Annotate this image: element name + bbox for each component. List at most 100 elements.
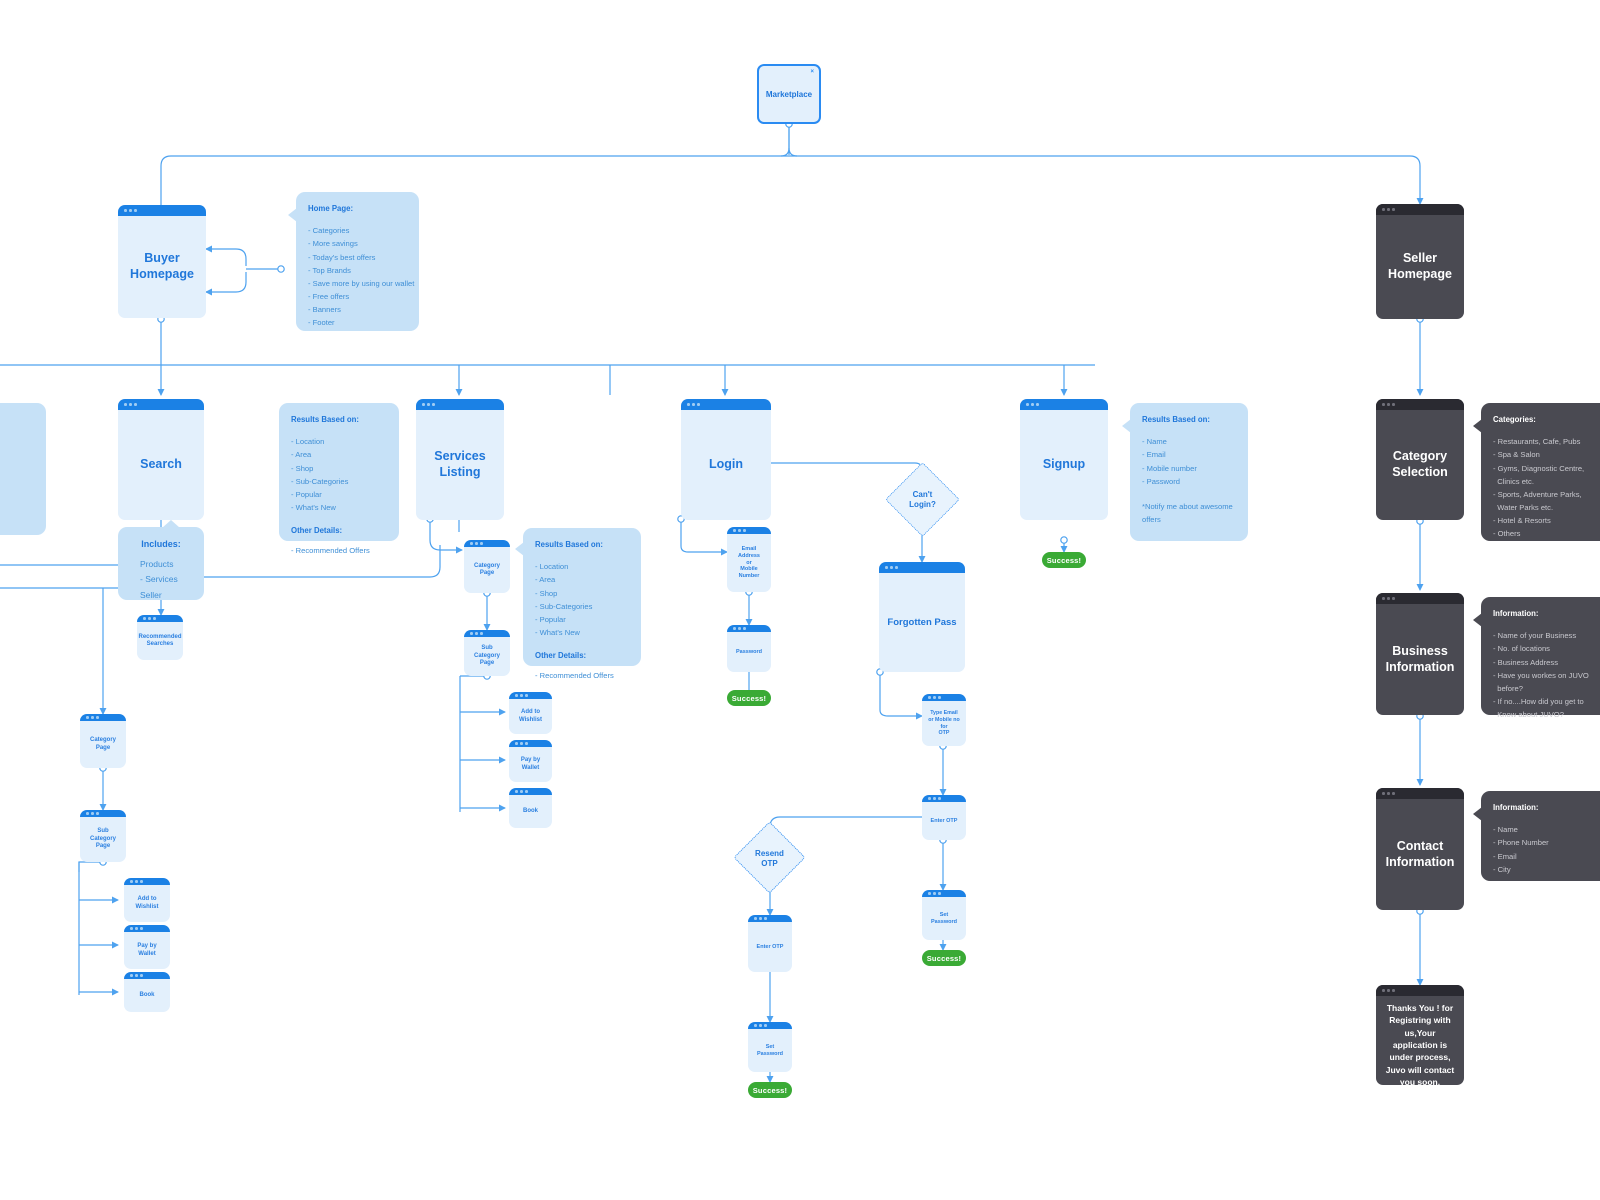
callout-tail — [1473, 807, 1482, 821]
list-item: - Name — [1493, 825, 1518, 835]
note-business-information-title: Information: — [1493, 609, 1539, 618]
list-item: - Phone Number — [1493, 838, 1549, 848]
list-item: - Today's best offers — [308, 252, 376, 262]
node-login-password[interactable]: Password — [727, 625, 771, 672]
list-item: - Others — [1493, 528, 1521, 538]
window-dots — [80, 810, 126, 817]
node-marketplace[interactable]: × Marketplace — [757, 64, 821, 124]
node-services-listing[interactable]: Services Listing — [416, 399, 504, 520]
note-seller-categories: Categories: - Restaurants, Cafe, Pubs - … — [1473, 403, 1600, 541]
list-item: - Name of your Business — [1493, 631, 1577, 641]
window-dots — [1376, 399, 1464, 410]
node-forgotten-pass[interactable]: Forgotten Pass — [879, 562, 965, 672]
node-search-category-page-label: Category Page — [89, 737, 116, 751]
window-dots — [509, 788, 552, 795]
node-search-book-label: Book — [139, 991, 155, 998]
node-set-password[interactable]: Set Password — [922, 890, 966, 940]
node-search-category-page[interactable]: Category Page — [80, 714, 126, 768]
window-dots — [922, 795, 966, 802]
list-item: - Email — [1493, 851, 1517, 861]
note-business-information: Information: - Name of your Business - N… — [1473, 597, 1600, 719]
list-item: - What's New — [535, 627, 580, 637]
node-business-information[interactable]: Business Information — [1376, 593, 1464, 715]
node-category-selection-label: Category Selection — [1392, 449, 1448, 479]
callout-tail — [1122, 419, 1131, 433]
node-login-success: Success! — [727, 690, 771, 706]
note-services-results: Results Based on: - Location - Area - Sh… — [515, 528, 641, 680]
list-item: - Name — [1142, 437, 1167, 447]
node-type-email-for-otp[interactable]: Type Email or Mobile no for OTP — [922, 694, 966, 746]
node-buyer-homepage[interactable]: Buyer Homepage — [118, 205, 206, 318]
node-seller-homepage-label: Seller Homepage — [1388, 251, 1452, 281]
list-item: - Categories — [308, 226, 350, 236]
window-dots — [137, 615, 183, 622]
note-home-page: Home Page: - Categories - More savings -… — [288, 192, 419, 331]
window-dots — [509, 692, 552, 699]
list-item: - City — [1493, 864, 1511, 874]
node-login-label: Login — [708, 457, 743, 472]
node-services-category-page[interactable]: Category Page — [464, 540, 510, 593]
node-services-book-label: Book — [523, 807, 538, 814]
node-business-information-label: Business Information — [1385, 643, 1455, 674]
node-resend-set-password[interactable]: Set Password — [748, 1022, 792, 1072]
list-item: - Mobile number — [1142, 463, 1197, 473]
node-enter-otp-label: Enter OTP — [930, 817, 958, 824]
node-services-add-to-wishlist[interactable]: Add to Wishlist — [509, 692, 552, 734]
node-signup[interactable]: Signup — [1020, 399, 1108, 520]
window-dots — [922, 890, 966, 897]
node-category-selection[interactable]: Category Selection — [1376, 399, 1464, 520]
callout-tail — [288, 208, 297, 222]
node-services-book[interactable]: Book — [509, 788, 552, 828]
node-search[interactable]: Search — [118, 399, 204, 520]
list-item: - More savings — [308, 239, 358, 249]
close-icon[interactable]: × — [810, 69, 814, 75]
list-item: - No. of locations — [1493, 644, 1550, 654]
node-otp-success: Success! — [922, 950, 966, 966]
node-search-add-to-wishlist-label: Add to Wishlist — [135, 896, 159, 910]
list-item: - Popular — [291, 489, 322, 499]
window-dots — [118, 399, 204, 410]
list-item: - Spa & Salon — [1493, 450, 1540, 460]
callout-tail-up — [162, 520, 180, 528]
node-recommended-searches[interactable]: Recommended Searches — [137, 615, 183, 660]
list-item: Clinics etc. — [1493, 476, 1534, 486]
decision-cant-login[interactable] — [885, 462, 960, 537]
window-dots — [748, 1022, 792, 1029]
node-resend-enter-otp-label: Enter OTP — [756, 943, 784, 950]
list-item: - Free offers — [308, 291, 350, 301]
window-dots — [727, 527, 771, 534]
window-dots — [1020, 399, 1108, 410]
node-enter-otp[interactable]: Enter OTP — [922, 795, 966, 840]
decision-resend-otp[interactable] — [733, 821, 806, 894]
node-search-pay-by-wallet[interactable]: Pay by Wallet — [124, 925, 170, 969]
node-login[interactable]: Login — [681, 399, 771, 520]
connector-lines — [0, 120, 1424, 1083]
node-services-pay-by-wallet[interactable]: Pay by Wallet — [509, 740, 552, 782]
node-marketplace-label: Marketplace — [765, 89, 813, 99]
window-dots — [922, 694, 966, 701]
list-item: - Top Brands — [308, 265, 351, 275]
node-set-password-label: Set Password — [931, 911, 957, 925]
window-dots — [124, 972, 170, 979]
node-contact-information[interactable]: Contact Information — [1376, 788, 1464, 910]
window-dots — [1376, 985, 1464, 996]
node-search-book[interactable]: Book — [124, 972, 170, 1012]
node-services-sub-category-page[interactable]: Sub Category Page — [464, 630, 510, 676]
note-signup-footnote: *Notify me about awesome offers — [1142, 501, 1233, 524]
list-item: - Area — [535, 575, 556, 585]
window-dots — [464, 540, 510, 547]
note-seller-categories-title: Categories: — [1493, 415, 1536, 424]
node-search-sub-category-page[interactable]: Sub Category Page — [80, 810, 126, 862]
node-signup-success: Success! — [1042, 552, 1086, 568]
window-dots — [416, 399, 504, 410]
node-resend-enter-otp[interactable]: Enter OTP — [748, 915, 792, 972]
node-email-or-mobile[interactable]: Email Address or Mobile Number — [727, 527, 771, 592]
window-dots — [748, 915, 792, 922]
list-item: before? — [1493, 683, 1523, 693]
node-search-add-to-wishlist[interactable]: Add to Wishlist — [124, 878, 170, 922]
window-dots — [80, 714, 126, 721]
bubble-includes-title: Includes: — [141, 539, 181, 549]
list-item: Know about JUVO? — [1493, 709, 1564, 719]
node-seller-homepage[interactable]: Seller Homepage — [1376, 204, 1464, 319]
node-resend-success-label: Success! — [752, 1085, 788, 1095]
